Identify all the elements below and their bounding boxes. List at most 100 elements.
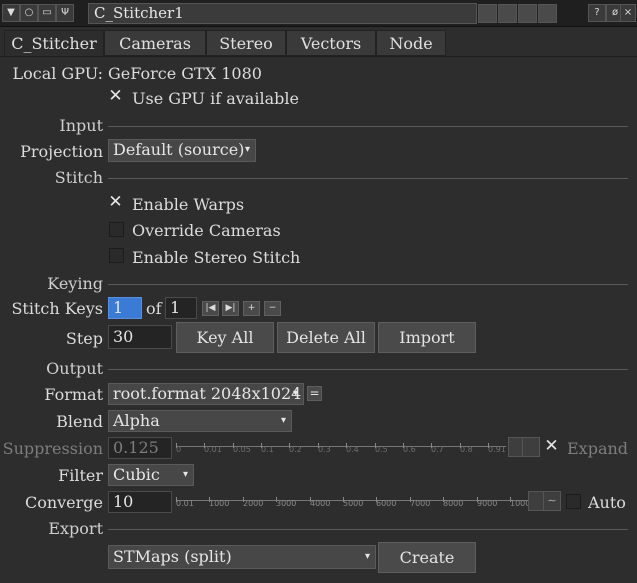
suppression-tick-label: 0.05 <box>233 445 251 454</box>
local-gpu-label: Local GPU: <box>12 64 103 83</box>
circle-icon[interactable]: ○ <box>20 4 38 22</box>
export-section-label: Export <box>48 519 103 538</box>
tab-stereo[interactable]: Stereo <box>206 30 286 56</box>
stitch-keys-total: 1 <box>165 297 197 319</box>
suppression-tick-label: 0.3 <box>318 445 331 454</box>
curve-icon[interactable]: ∼ <box>543 491 561 511</box>
projection-dropdown[interactable]: Default (source) ▾ <box>108 139 256 162</box>
step-label: Step <box>65 329 103 348</box>
keying-section-label: Keying <box>47 274 103 293</box>
filter-dropdown[interactable]: Cubic ▾ <box>108 464 194 486</box>
converge-tick-label: 7000 <box>410 499 431 508</box>
key-all-button[interactable]: Key All <box>176 322 274 353</box>
color-swatch-1[interactable] <box>478 4 497 23</box>
stitch-keys-input[interactable]: 1 <box>108 297 142 319</box>
suppression-tick-label: 0.5 <box>375 445 388 454</box>
enable-warps-checkbox[interactable]: ✕ <box>108 194 123 211</box>
converge-tick-label: 4000 <box>310 499 331 508</box>
input-divider <box>108 126 628 127</box>
chevron-down-icon: ▾ <box>244 144 250 155</box>
expand-checkbox[interactable]: ✕ <box>544 438 559 455</box>
suppression-slider-track <box>176 446 506 447</box>
converge-label: Converge <box>24 493 103 512</box>
suppression-input[interactable]: 0.125 <box>108 437 172 459</box>
projection-value: Default (source) <box>113 140 245 159</box>
tab-vectors[interactable]: Vectors <box>286 30 376 56</box>
converge-tick-label: 6000 <box>376 499 397 508</box>
suppression-tick-label: 0.8 <box>460 445 473 454</box>
title-bar: ▼ ○ ▭ Ψ C_Stitcher1 ? ø × <box>0 0 637 27</box>
stitch-keys-label: Stitch Keys <box>11 299 103 318</box>
expand-label: Expand <box>567 439 629 458</box>
converge-tick-label: 8000 <box>443 499 464 508</box>
color-swatch-3[interactable] <box>518 4 537 23</box>
auto-checkbox[interactable] <box>566 494 581 509</box>
enable-stereo-label: Enable Stereo Stitch <box>132 248 301 267</box>
suppression-tick-label: 0.2 <box>289 445 302 454</box>
color-swatch-4[interactable] <box>538 4 557 23</box>
first-key-icon[interactable]: |◀ <box>202 301 219 316</box>
use-gpu-label: Use GPU if available <box>132 89 299 108</box>
use-gpu-checkbox[interactable]: ✕ <box>108 88 123 105</box>
output-divider <box>108 369 628 370</box>
suppression-tick-label: 0.1 <box>261 445 274 454</box>
create-button[interactable]: Create <box>378 542 476 573</box>
suppression-tick-label: 0.4 <box>346 445 359 454</box>
format-label: Format <box>44 385 103 404</box>
converge-input[interactable]: 10 <box>108 491 172 513</box>
import-button[interactable]: Import <box>378 322 476 353</box>
stitch-divider <box>108 178 628 179</box>
filter-label: Filter <box>58 466 103 485</box>
export-divider <box>108 529 628 530</box>
converge-tick-label: 9000 <box>477 499 498 508</box>
delete-key-icon[interactable]: − <box>264 301 281 316</box>
last-key-icon[interactable]: ▶| <box>222 301 239 316</box>
export-type-value: STMaps (split) <box>113 547 232 566</box>
chevron-down-icon: ▾ <box>364 551 370 562</box>
format-dropdown[interactable]: root.format 2048x1024 ▾ <box>108 383 304 405</box>
keying-divider <box>108 284 628 285</box>
suppression-tick-label: 0.01 <box>204 445 222 454</box>
suppression-tick-label: 0.91 <box>488 445 506 454</box>
color-swatch-2[interactable] <box>498 4 517 23</box>
suppression-animation-button[interactable] <box>522 437 540 457</box>
blend-value: Alpha <box>113 411 160 430</box>
suppression-tick-label: 0 <box>176 445 182 454</box>
tab-cameras[interactable]: Cameras <box>104 30 206 56</box>
pin-icon[interactable]: Ψ <box>56 4 74 22</box>
close-icon[interactable]: × <box>620 4 636 22</box>
enable-stereo-checkbox[interactable] <box>109 248 124 263</box>
suppression-tick-label: 0.6 <box>403 445 416 454</box>
export-type-dropdown[interactable]: STMaps (split) ▾ <box>108 545 376 569</box>
override-cameras-checkbox[interactable] <box>109 222 124 237</box>
converge-tick-label: 2000 <box>243 499 264 508</box>
step-input[interactable]: 30 <box>108 325 172 349</box>
filter-value: Cubic <box>113 465 160 484</box>
suppression-slider[interactable]: 0 0.01 0.05 0.1 0.2 0.3 0.4 0.5 0.6 0.7 0.8 0.91 <box>176 437 506 459</box>
tab-node[interactable]: Node <box>376 30 446 56</box>
enable-warps-label: Enable Warps <box>132 195 245 214</box>
question-icon[interactable]: ? <box>588 4 606 22</box>
blend-dropdown[interactable]: Alpha ▾ <box>108 410 292 432</box>
suppression-label: Suppression <box>2 439 103 458</box>
tab-c-stitcher[interactable]: C_Stitcher <box>4 30 104 56</box>
node-icon[interactable]: ▭ <box>38 4 56 22</box>
converge-slider[interactable]: 0.01 1000 2000 3000 4000 5000 6000 7000 8000 9000… <box>176 491 535 513</box>
delete-all-button[interactable]: Delete All <box>277 322 375 353</box>
add-key-icon[interactable]: + <box>243 301 260 316</box>
local-gpu-value: GeForce GTX 1080 <box>108 64 262 83</box>
input-section-label: Input <box>59 116 103 135</box>
converge-tick-label: 3000 <box>276 499 297 508</box>
converge-tick-label: 1000 <box>209 499 230 508</box>
node-name-field[interactable]: C_Stitcher1 <box>88 3 477 24</box>
blend-label: Blend <box>56 412 103 431</box>
tab-bar: C_Stitcher Cameras Stereo Vectors Node <box>0 30 637 56</box>
chevron-down-icon: ▾ <box>280 415 286 426</box>
stitch-section-label: Stitch <box>54 168 103 187</box>
converge-tick-label: 0.01 <box>176 499 194 508</box>
auto-label: Auto <box>588 493 626 512</box>
collapse-arrow-icon[interactable]: ▼ <box>2 4 20 22</box>
format-options-button[interactable]: = <box>307 386 322 401</box>
format-value: root.format 2048x1024 <box>113 384 302 403</box>
converge-slider-handle[interactable] <box>528 491 544 511</box>
